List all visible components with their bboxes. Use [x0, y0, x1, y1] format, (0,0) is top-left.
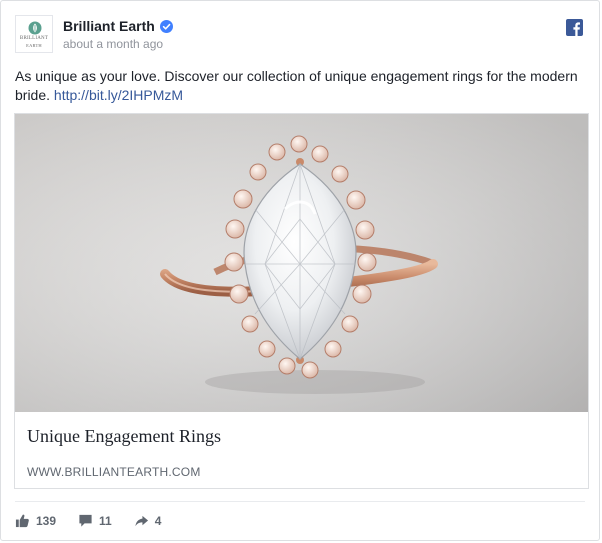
comments-count: 11	[99, 513, 112, 528]
avatar-wordmark: BRILLIANT	[19, 36, 49, 41]
share-icon	[135, 515, 148, 527]
shares-count: 4	[154, 513, 162, 528]
leaf-logo-icon	[28, 21, 42, 35]
engagement-stats: 139 11 4	[15, 513, 183, 528]
link-attachment[interactable]: Unique Engagement Rings WWW.BRILLIANTEAR…	[14, 113, 589, 489]
post-message: As unique as your love. Discover our col…	[15, 67, 589, 105]
post-header: BRILLIANT EARTH Brilliant Earth about a …	[15, 15, 585, 57]
avatar-wordmark-sub: EARTH	[26, 43, 42, 48]
link-title[interactable]: Unique Engagement Rings	[27, 426, 221, 447]
post-link[interactable]: http://bit.ly/2IHPMzM	[54, 87, 183, 103]
verified-badge-icon	[159, 19, 173, 33]
post-card: BRILLIANT EARTH Brilliant Earth about a …	[0, 0, 600, 541]
comment-icon	[79, 514, 92, 527]
link-domain: WWW.BRILLIANTEARTH.COM	[27, 465, 201, 479]
facebook-icon[interactable]	[566, 19, 583, 36]
avatar[interactable]: BRILLIANT EARTH	[15, 15, 53, 53]
divider	[15, 501, 585, 502]
post-timestamp[interactable]: about a month ago	[63, 37, 163, 51]
likes-count: 139	[36, 513, 57, 528]
ring-image	[15, 114, 588, 412]
ring-photo[interactable]	[15, 114, 588, 412]
likes-stat[interactable]: 139	[15, 513, 56, 528]
shares-stat[interactable]: 4	[134, 513, 162, 528]
comments-stat[interactable]: 11	[78, 513, 112, 528]
thumbs-up-icon	[15, 514, 29, 528]
page-name[interactable]: Brilliant Earth	[63, 18, 155, 34]
